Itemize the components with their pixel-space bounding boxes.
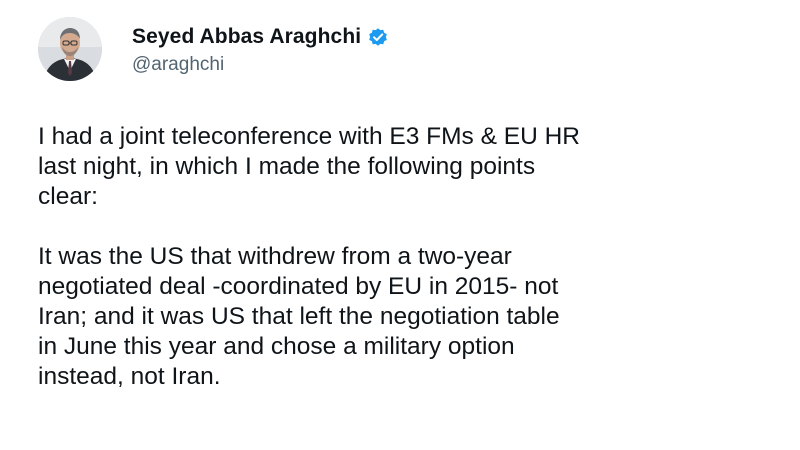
tweet-card: Seyed Abbas Araghchi @araghchi I had a j… bbox=[38, 14, 768, 392]
tweet-paragraph-2: It was the US that withdrew from a two-y… bbox=[38, 242, 768, 392]
tweet-header: Seyed Abbas Araghchi @araghchi bbox=[38, 14, 768, 84]
tweet-line: negotiated deal -coordinated by EU in 20… bbox=[38, 273, 559, 300]
tweet-line: in June this year and chose a military o… bbox=[38, 333, 515, 360]
avatar-image bbox=[38, 17, 102, 81]
tweet-line: instead, not Iran. bbox=[38, 363, 221, 390]
author-handle[interactable]: @araghchi bbox=[132, 54, 389, 76]
avatar[interactable] bbox=[38, 17, 102, 81]
verified-badge-icon[interactable] bbox=[367, 26, 389, 48]
author-name-row: Seyed Abbas Araghchi bbox=[132, 22, 389, 52]
author-display-name[interactable]: Seyed Abbas Araghchi bbox=[132, 25, 361, 49]
tweet-line: It was the US that withdrew from a two-y… bbox=[38, 243, 512, 270]
tweet-screenshot: Seyed Abbas Araghchi @araghchi I had a j… bbox=[0, 0, 800, 450]
tweet-line: last night, in which I made the followin… bbox=[38, 153, 536, 180]
tweet-line: I had a joint teleconference with E3 FMs… bbox=[38, 123, 580, 150]
author-identity: Seyed Abbas Araghchi @araghchi bbox=[132, 22, 389, 76]
tweet-line: clear: bbox=[38, 183, 98, 210]
tweet-text: I had a joint teleconference with E3 FMs… bbox=[38, 122, 768, 392]
tweet-line: Iran; and it was US that left the negoti… bbox=[38, 303, 560, 330]
tweet-paragraph-1: I had a joint teleconference with E3 FMs… bbox=[38, 122, 768, 212]
